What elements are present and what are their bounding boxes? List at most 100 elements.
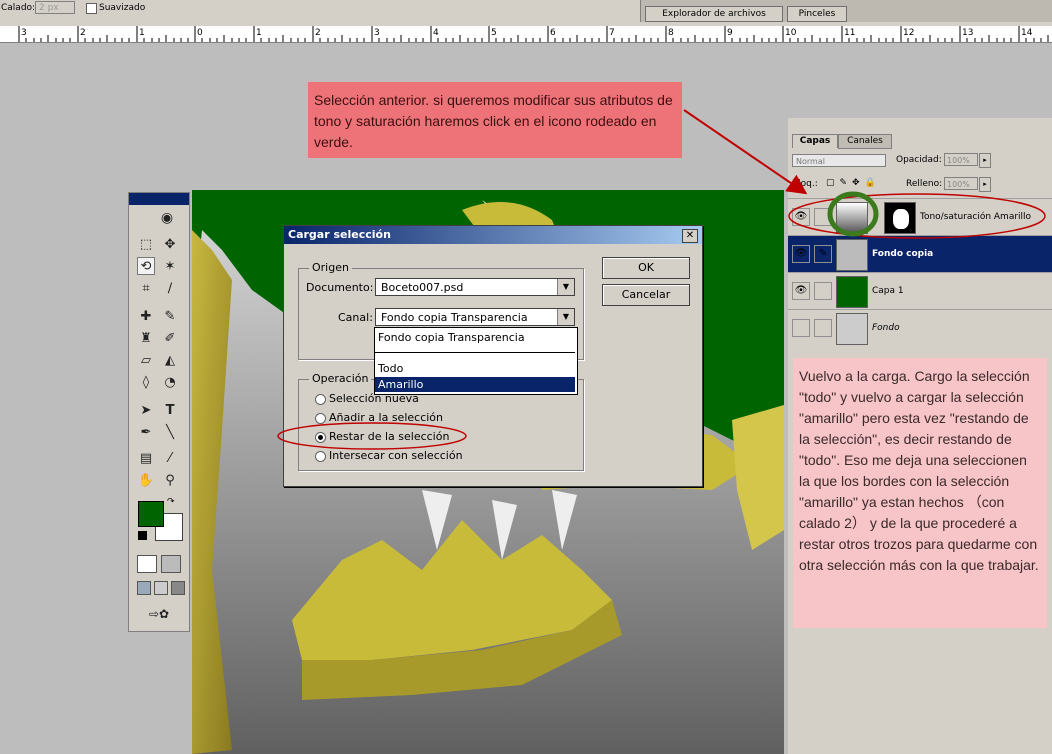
magic-wand-tool-icon[interactable]: ✶ <box>161 257 179 275</box>
calado-input[interactable]: 2 px <box>35 1 75 14</box>
screen-mode-full-menu-icon[interactable] <box>154 581 168 595</box>
toolbox-titlebar[interactable] <box>129 193 189 205</box>
ruler-label: 10 <box>785 28 797 38</box>
notes-tool-icon[interactable]: ▤ <box>137 449 155 467</box>
visibility-eye-icon[interactable]: 👁 <box>792 245 810 263</box>
history-brush-icon[interactable]: ✐ <box>161 329 179 347</box>
ruler-label: 2 <box>315 28 321 38</box>
blend-mode-value: Normal <box>796 157 825 166</box>
toolbox: ◉ ⬚ ✥ ⟲ ✶ ⌗ ∕ ✚ ✎ ♜ ✐ ▱ ◭ ◊ ◔ ➤ T ✒ ╲ ▤ … <box>128 192 190 632</box>
radio-seleccion-nueva[interactable] <box>315 394 326 405</box>
ruler-label: 7 <box>609 28 615 38</box>
lasso-tool-icon[interactable]: ⟲ <box>137 257 155 275</box>
layer-link-slot[interactable] <box>814 208 832 226</box>
documento-value: Boceto007.psd <box>381 281 464 294</box>
canal-select[interactable]: Fondo copia Transparencia ▼ <box>375 308 575 326</box>
operacion-label: Operación <box>309 372 372 385</box>
ruler-label: 9 <box>727 28 733 38</box>
visibility-eye-slot[interactable] <box>792 319 810 337</box>
adjustment-layer-icon[interactable] <box>836 202 868 234</box>
operation-label: Restar de la selección <box>329 430 450 443</box>
jump-to-imageready-icon[interactable]: ⇨✿ <box>139 605 179 623</box>
eraser-tool-icon[interactable]: ▱ <box>137 351 155 369</box>
chevron-down-icon[interactable]: ▼ <box>557 279 574 295</box>
layer-name: Fondo <box>872 323 900 333</box>
default-colors-icon[interactable] <box>138 531 147 540</box>
layer-row-fondo[interactable]: Fondo <box>788 309 1052 346</box>
layer-row-tono-saturacion[interactable]: 👁 Tono/saturación Amarillo <box>788 198 1052 235</box>
screen-mode-standard-icon[interactable] <box>137 581 151 595</box>
ruler-label: 3 <box>374 28 380 38</box>
tab-capas[interactable]: Capas <box>792 134 838 148</box>
blend-mode-select[interactable]: Normal <box>792 154 886 167</box>
photoshop-logo-icon[interactable]: ◉ <box>149 207 185 229</box>
stamp-tool-icon[interactable]: ♜ <box>137 329 155 347</box>
tab-explorador[interactable]: Explorador de archivos <box>645 6 783 22</box>
ruler-label: 4 <box>433 28 439 38</box>
ruler-label: 11 <box>844 28 855 38</box>
layer-name: Fondo copia <box>872 249 934 259</box>
blur-tool-icon[interactable]: ◊ <box>137 373 155 391</box>
fill-arrow-icon[interactable]: ▸ <box>979 177 991 192</box>
radio-restar[interactable] <box>315 432 326 443</box>
opacity-arrow-icon[interactable]: ▸ <box>979 153 991 168</box>
layer-mask-thumbnail[interactable] <box>884 202 916 234</box>
visibility-eye-icon[interactable]: 👁 <box>792 282 810 300</box>
radio-intersecar[interactable] <box>315 451 326 462</box>
slice-tool-icon[interactable]: ∕ <box>161 279 179 297</box>
layer-name: Tono/saturación Amarillo <box>920 212 1032 222</box>
brush-link-icon[interactable]: ✎ <box>814 245 832 263</box>
swap-colors-icon[interactable]: ↷ <box>167 497 175 507</box>
type-tool-icon[interactable]: T <box>161 401 179 419</box>
eyedropper-tool-icon[interactable]: ⁄ <box>161 449 179 467</box>
foreground-color-swatch[interactable] <box>138 501 164 527</box>
canal-value: Fondo copia Transparencia <box>381 311 528 324</box>
healing-brush-icon[interactable]: ✚ <box>137 307 155 325</box>
horizontal-ruler: 3 2 1 0 1 2 3 4 5 6 7 8 9 10 11 12 13 14 <box>0 26 1052 43</box>
dropdown-option[interactable]: Fondo copia Transparencia <box>375 330 575 345</box>
cancel-button[interactable]: Cancelar <box>602 284 690 306</box>
dropdown-separator <box>375 352 575 353</box>
layer-thumbnail <box>836 276 868 308</box>
pen-tool-icon[interactable]: ✒ <box>137 423 155 441</box>
chevron-down-icon[interactable]: ▼ <box>557 309 574 325</box>
layer-link-slot[interactable] <box>814 282 832 300</box>
radio-anadir[interactable] <box>315 413 326 424</box>
palette-well: Explorador de archivos Pinceles <box>640 0 1052 22</box>
marquee-tool-icon[interactable]: ⬚ <box>137 235 155 253</box>
standard-mode-icon[interactable] <box>137 555 157 573</box>
path-selection-icon[interactable]: ➤ <box>137 401 155 419</box>
suavizado-checkbox[interactable] <box>86 3 97 14</box>
lock-label: Bloq.: <box>792 179 818 189</box>
visibility-eye-icon[interactable]: 👁 <box>792 208 810 226</box>
opacity-input[interactable]: 100% <box>944 153 978 166</box>
ruler-label: 0 <box>197 28 203 38</box>
brush-tool-icon[interactable]: ✎ <box>161 307 179 325</box>
lock-icons[interactable]: ▢✎✥🔒 <box>826 178 881 188</box>
annotation-arrow <box>683 109 808 195</box>
layer-row-fondo-copia[interactable]: 👁 ✎ Fondo copia <box>788 235 1052 272</box>
quick-mask-icon[interactable] <box>161 555 181 573</box>
layer-row-capa-1[interactable]: 👁 Capa 1 <box>788 272 1052 309</box>
documento-select[interactable]: Boceto007.psd ▼ <box>375 278 575 296</box>
dropdown-option[interactable]: Todo <box>375 361 575 376</box>
crop-tool-icon[interactable]: ⌗ <box>137 279 155 297</box>
move-tool-icon[interactable]: ✥ <box>161 235 179 253</box>
dodge-tool-icon[interactable]: ◔ <box>161 373 179 391</box>
ok-button[interactable]: OK <box>602 257 690 279</box>
dropdown-option-highlighted[interactable]: Amarillo <box>375 377 575 392</box>
dialog-titlebar[interactable]: Cargar selección <box>284 226 702 244</box>
zoom-tool-icon[interactable]: ⚲ <box>161 471 179 489</box>
suavizado-label: Suavizado <box>99 3 146 13</box>
hand-tool-icon[interactable]: ✋ <box>137 471 155 489</box>
line-tool-icon[interactable]: ╲ <box>161 423 179 441</box>
canal-label: Canal: <box>338 311 373 324</box>
layer-link-slot[interactable] <box>814 319 832 337</box>
ruler-label: 14 <box>1021 28 1033 38</box>
screen-mode-full-icon[interactable] <box>171 581 185 595</box>
tab-pinceles[interactable]: Pinceles <box>787 6 847 22</box>
close-icon[interactable]: ✕ <box>682 229 698 243</box>
fill-input[interactable]: 100% <box>944 177 978 190</box>
tab-canales[interactable]: Canales <box>838 134 892 149</box>
paint-bucket-icon[interactable]: ◭ <box>161 351 179 369</box>
